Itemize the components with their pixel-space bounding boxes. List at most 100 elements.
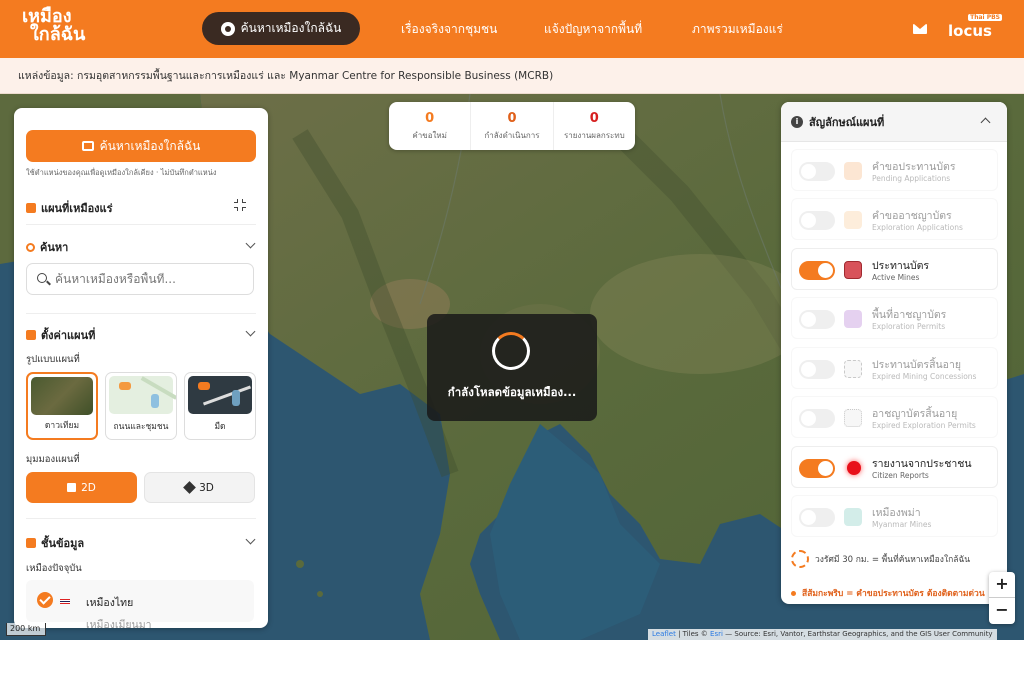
legend-item-pending-applications[interactable]: คำขอประทานบัตร Pending Applications: [791, 149, 998, 191]
layers-header[interactable]: ชั้นข้อมูล: [26, 534, 84, 552]
stat-in-progress: 0 กำลังดำเนินการ: [471, 102, 554, 150]
legend-toggle[interactable]: [799, 459, 835, 478]
legend-name: คำขอประทานบัตร: [872, 161, 956, 173]
blink-note: สีส้มกะพริบ = คำขอประทานบัตร ต้องติดตามด…: [791, 586, 985, 600]
panel-title: แผนที่เหมืองแร่: [26, 199, 113, 217]
chevron-down-icon[interactable]: [245, 238, 256, 249]
view-2d-label: 2D: [81, 481, 96, 494]
nav-community-stories[interactable]: เรื่องจริงจากชุมชน: [401, 20, 497, 39]
legend-toggle[interactable]: [799, 508, 835, 527]
legend-item-active-mines[interactable]: ประทานบัตร Active Mines: [791, 248, 998, 290]
checkbox-checked-icon[interactable]: [37, 592, 53, 608]
map-settings-header[interactable]: ตั้งค่าแผนที่: [26, 326, 95, 344]
panel-title-text: แผนที่เหมืองแร่: [41, 202, 113, 215]
esri-link[interactable]: Esri: [710, 630, 723, 638]
nav-report-issue[interactable]: แจ้งปัญหาจากพื้นที่: [544, 20, 642, 39]
legend-sub: Expired Mining Concessions: [872, 372, 977, 381]
zoom-controls: + −: [989, 572, 1015, 624]
nav-find-nearby-mines[interactable]: ค้นหาเหมืองใกล้ฉัน: [202, 12, 360, 45]
mail-icon[interactable]: [913, 24, 927, 34]
stat-value: 0: [507, 110, 517, 126]
data-source-bar: แหล่งข้อมูล: กรมอุตสาหกรรมพื้นฐานและการเ…: [0, 58, 1024, 94]
view-3d-button[interactable]: 3D: [144, 472, 255, 503]
legend-toggle[interactable]: [799, 261, 835, 280]
chevron-down-icon[interactable]: [245, 326, 256, 337]
legend-swatch: [847, 461, 861, 475]
stat-impact-reports: 0 รายงานผลกระทบ: [554, 102, 635, 150]
radius-note: วงรัศมี 30 กม. = พื้นที่ค้นหาเหมืองใกล้ฉ…: [791, 550, 970, 568]
legend-toggle[interactable]: [799, 162, 835, 181]
legend-toggle[interactable]: [799, 360, 835, 379]
view-label: มุมมองแผนที่: [26, 454, 80, 465]
layer-thai-mines[interactable]: เหมืองไทย เหมืองเมียนมา: [26, 580, 254, 628]
search-icon: [37, 273, 47, 283]
basemap-thumbnail: [109, 376, 176, 414]
loading-spinner-icon: [492, 332, 530, 370]
find-nearby-mines-button[interactable]: ค้นหาเหมืองใกล้ฉัน: [26, 130, 256, 162]
search-section-icon: [26, 242, 35, 252]
loading-overlay: กำลังโหลดข้อมูลเหมือง...: [427, 314, 597, 421]
view-2d-button[interactable]: 2D: [26, 472, 137, 503]
cube-icon: [183, 481, 196, 494]
legend-swatch: [844, 310, 862, 328]
basemap-dark[interactable]: มืด: [184, 372, 256, 440]
top-navbar: เหมือง ใกล้ฉัน ค้นหาเหมืองใกล้ฉัน เรื่อง…: [0, 0, 1024, 58]
legend-item-exploration-permits[interactable]: พื้นที่อาชญาบัตร Exploration Permits: [791, 297, 998, 339]
legend-swatch: [844, 409, 862, 427]
chevron-down-icon[interactable]: [245, 534, 256, 545]
stat-new-applications: 0 คำขอใหม่: [389, 102, 472, 150]
basemap-label-text: ถนนและชุมชน: [113, 422, 169, 432]
legend-toggle[interactable]: [799, 409, 835, 428]
basemap-satellite[interactable]: ดาวเทียม: [26, 372, 98, 440]
legend-item-exploration-applications[interactable]: คำขออาชญาบัตร Exploration Applications: [791, 198, 998, 240]
site-logo[interactable]: เหมือง ใกล้ฉัน: [22, 8, 88, 50]
radius-ring-icon: [791, 550, 809, 568]
zoom-out-button[interactable]: −: [989, 598, 1015, 624]
search-section-header[interactable]: ค้นหา: [26, 238, 68, 256]
legend-sub: Exploration Permits: [872, 322, 946, 331]
legend-name: คำขออาชญาบัตร: [872, 210, 952, 222]
legend-swatch: [844, 162, 862, 180]
zoom-in-button[interactable]: +: [989, 572, 1015, 598]
attribution-tiles: | Tiles ©: [675, 630, 711, 638]
building-icon: [81, 141, 94, 151]
location-pin-icon: [220, 21, 235, 36]
legend-toggle[interactable]: [799, 310, 835, 329]
nav-mining-overview[interactable]: ภาพรวมเหมืองแร่: [692, 20, 783, 39]
legend-sub: Pending Applications: [872, 174, 951, 183]
legend-item-citizen-reports[interactable]: รายงานจากประชาชน Citizen Reports: [791, 446, 998, 488]
legend-header[interactable]: i สัญลักษณ์แผนที่: [781, 102, 1007, 142]
chevron-up-icon[interactable]: [980, 117, 991, 128]
legend-item-myanmar-mines[interactable]: เหมืองพม่า Myanmar Mines: [791, 495, 998, 537]
legend-name: เหมืองพม่า: [872, 507, 921, 519]
legend-item-expired-concessions[interactable]: ประทานบัตรสิ้นอายุ Expired Mining Conces…: [791, 347, 998, 389]
leaflet-link[interactable]: Leaflet: [652, 630, 676, 638]
attribution-source: — Source: Esri, Vantor, Earthstar Geogra…: [722, 630, 993, 638]
stat-label: รายงานผลกระทบ: [563, 130, 625, 140]
legend-sub: Expired Exploration Permits: [872, 421, 976, 430]
basemap-streets[interactable]: ถนนและชุมชน: [105, 372, 177, 440]
mine-stats-card: 0 คำขอใหม่ 0 กำลังดำเนินการ 0 รายงานผลกร…: [389, 102, 635, 150]
mine-map-icon: [26, 203, 36, 213]
thai-flag-icon: [60, 599, 70, 604]
legend-sub: Exploration Applications: [872, 223, 963, 232]
legend-sub: Citizen Reports: [872, 471, 929, 480]
legend-item-expired-exploration[interactable]: อาชญาบัตรสิ้นอายุ Expired Exploration Pe…: [791, 396, 998, 438]
legend-swatch: [844, 360, 862, 378]
map-settings-title: ตั้งค่าแผนที่: [41, 329, 96, 342]
legend-name: พื้นที่อาชญาบัตร: [872, 309, 947, 321]
basemap-thumbnail: [188, 376, 252, 414]
legend-sub: Myanmar Mines: [872, 520, 932, 529]
search-box[interactable]: [26, 263, 254, 295]
layers-icon: [26, 538, 36, 548]
layer-myanmar-label[interactable]: เหมืองเมียนมา: [86, 616, 152, 628]
divider: [26, 224, 256, 225]
legend-title: สัญลักษณ์แผนที่: [809, 115, 885, 129]
collapse-panel-icon[interactable]: [234, 199, 246, 211]
legend-toggle[interactable]: [799, 211, 835, 230]
map-scale: 200 km: [6, 623, 46, 636]
locus-logo[interactable]: Thai PBS locus: [948, 14, 1004, 42]
layers-title: ชั้นข้อมูล: [41, 537, 85, 550]
search-input[interactable]: [55, 272, 245, 286]
locus-text: locus: [948, 22, 992, 40]
